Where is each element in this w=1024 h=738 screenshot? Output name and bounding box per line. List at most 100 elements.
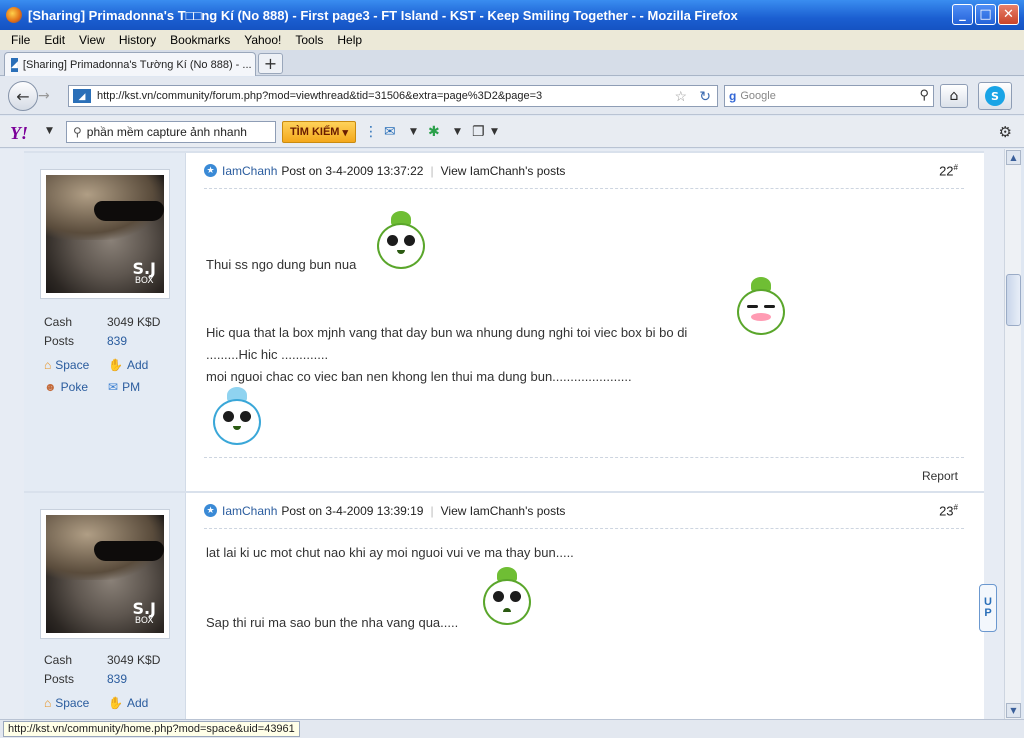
- post-text-line: lat lai ki uc mot chut nao khi ay moi ng…: [206, 545, 574, 560]
- post-text-line: Sap thi rui ma sao bun the nha vang qua.…: [206, 615, 459, 630]
- cash-value: 3049 K$D: [107, 653, 161, 667]
- scroll-down-icon[interactable]: ▼: [1006, 703, 1021, 718]
- page-content: S.J BOX Cash 3049 K$D Posts 839 ⌂ Space ✋ A…: [0, 149, 1004, 719]
- add-friend-link[interactable]: ✋ Add: [108, 696, 148, 710]
- menu-yahoo[interactable]: Yahoo!: [244, 33, 281, 47]
- avatar-logo: S.J BOX: [132, 259, 156, 287]
- forward-button[interactable]: →: [38, 87, 58, 105]
- bookmark-star-icon[interactable]: ☆: [674, 88, 687, 105]
- crying-emoticon-icon: [210, 387, 264, 447]
- chevron-down-icon[interactable]: ▼: [46, 126, 53, 136]
- yahoo-search-input[interactable]: ⚲ phần mềm capture ảnh nhanh: [66, 121, 276, 143]
- pm-link[interactable]: ✉ PM: [108, 380, 140, 394]
- mail-icon[interactable]: ✉: [384, 124, 396, 140]
- user-sidebar: S.J BOX Cash 3049 K$D Posts 839 ⌂ Space ✋ A…: [24, 153, 186, 491]
- toolbar-divider-icon: ⋮: [364, 124, 378, 140]
- home-button[interactable]: ⌂: [940, 84, 968, 108]
- google-icon[interactable]: g: [729, 89, 736, 103]
- post-floor[interactable]: 23#: [939, 503, 958, 518]
- poke-link[interactable]: ☻ Poke: [44, 380, 88, 394]
- yahoo-search-button[interactable]: TÌM KIẾM ▾: [282, 121, 356, 143]
- status-link-url: http://kst.vn/community/home.php?mod=spa…: [3, 721, 300, 737]
- cash-stat: Cash 3049 K$D: [44, 653, 161, 667]
- chevron-down-icon[interactable]: ▼: [410, 127, 417, 137]
- widget-icon[interactable]: ✱: [428, 124, 440, 140]
- poke-icon: ☻: [44, 380, 57, 394]
- view-posts-link[interactable]: View IamChanh's posts: [441, 164, 566, 178]
- post-text-line: moi nguoi chac co viec ban nen khong len…: [206, 369, 632, 384]
- posts-count[interactable]: 839: [107, 672, 127, 686]
- handshake-icon: ✋: [108, 696, 123, 710]
- smiley-emoticon-icon: [374, 211, 428, 271]
- scroll-up-icon[interactable]: ▲: [1006, 150, 1021, 165]
- search-icon[interactable]: ⚲: [919, 87, 929, 103]
- menu-view[interactable]: View: [79, 33, 105, 47]
- menu-bookmarks[interactable]: Bookmarks: [170, 33, 230, 47]
- menu-edit[interactable]: Edit: [44, 33, 65, 47]
- window-titlebar: [Sharing] Primadonna's T□□ng Kí (No 888)…: [0, 0, 1024, 30]
- firefox-icon: [6, 7, 22, 23]
- yahoo-logo[interactable]: Y!: [10, 123, 28, 144]
- sad-emoticon-icon: [480, 567, 534, 627]
- chevron-down-icon[interactable]: ▼: [491, 127, 498, 137]
- window-title: [Sharing] Primadonna's T□□ng Kí (No 888)…: [28, 7, 738, 23]
- home-icon: ⌂: [44, 696, 52, 710]
- url-bar[interactable]: ◢ http://kst.vn/community/forum.php?mod=…: [68, 85, 718, 107]
- avatar-image: S.J BOX: [46, 175, 164, 293]
- posts-stat: Posts 839: [44, 334, 128, 348]
- posts-count[interactable]: 839: [107, 334, 127, 348]
- home-icon: ⌂: [44, 358, 52, 372]
- avatar[interactable]: S.J BOX: [40, 509, 170, 639]
- avatar-image: S.J BOX: [46, 515, 164, 633]
- vertical-scrollbar[interactable]: ▲ ▼: [1004, 149, 1021, 719]
- search-input[interactable]: g Google ⚲: [724, 85, 934, 107]
- tab-active[interactable]: ◢ [Sharing] Primadonna's Tường Kí (No 88…: [4, 52, 256, 76]
- gear-icon[interactable]: ⚙: [999, 123, 1012, 141]
- menu-file[interactable]: File: [11, 33, 30, 47]
- close-button[interactable]: ✕: [998, 4, 1019, 25]
- back-to-top-button[interactable]: UP: [979, 584, 997, 632]
- menu-history[interactable]: History: [119, 33, 156, 47]
- reload-icon[interactable]: ↻: [699, 88, 711, 105]
- site-favicon-icon: ◢: [11, 57, 18, 72]
- space-link[interactable]: ⌂ Space: [44, 358, 89, 372]
- url-text: http://kst.vn/community/forum.php?mod=vi…: [97, 90, 543, 102]
- new-tab-button[interactable]: +: [258, 53, 283, 74]
- search-placeholder: Google: [740, 90, 776, 102]
- post-author[interactable]: IamChanh: [222, 164, 277, 178]
- navigation-bar: ← → ◢ http://kst.vn/community/forum.php?…: [0, 77, 1024, 115]
- back-button[interactable]: ←: [8, 81, 38, 111]
- chevron-down-icon[interactable]: ▼: [454, 127, 461, 137]
- handshake-icon: ✋: [108, 358, 123, 372]
- skype-button[interactable]: S: [978, 82, 1012, 110]
- posts-stat: Posts 839: [44, 672, 128, 686]
- menu-tools[interactable]: Tools: [295, 33, 323, 47]
- shy-emoticon-icon: [734, 277, 788, 337]
- bookmarks-icon[interactable]: ❐: [472, 124, 485, 140]
- post-author[interactable]: IamChanh: [222, 504, 277, 518]
- minimize-button[interactable]: _: [952, 4, 973, 25]
- online-star-icon: ★: [204, 504, 217, 517]
- cash-stat: Cash 3049 K$D: [44, 315, 161, 329]
- post-time: Post on 3-4-2009 13:39:19: [281, 503, 424, 518]
- yahoo-toolbar: Y! ▼ ⚲ phần mềm capture ảnh nhanh TÌM KI…: [0, 116, 1024, 148]
- add-friend-link[interactable]: ✋ Add: [108, 358, 148, 372]
- avatar[interactable]: S.J BOX: [40, 169, 170, 299]
- post-body: ★ IamChanh Post on 3-4-2009 13:39:19 | V…: [204, 493, 964, 630]
- post-header: ★ IamChanh Post on 3-4-2009 13:37:22 | V…: [204, 153, 964, 189]
- online-star-icon: ★: [204, 164, 217, 177]
- post-header: ★ IamChanh Post on 3-4-2009 13:39:19 | V…: [204, 493, 964, 529]
- space-link[interactable]: ⌂ Space: [44, 696, 89, 710]
- window-controls: _ □ ✕: [952, 4, 1019, 25]
- tab-bar: ◢ [Sharing] Primadonna's Tường Kí (No 88…: [0, 50, 1024, 76]
- menu-help[interactable]: Help: [337, 33, 362, 47]
- post-floor[interactable]: 22#: [939, 163, 958, 178]
- view-posts-link[interactable]: View IamChanh's posts: [441, 504, 566, 518]
- user-sidebar: S.J BOX Cash 3049 K$D Posts 839 ⌂ Space ✋ A…: [24, 493, 186, 719]
- report-link[interactable]: Report: [922, 469, 958, 483]
- forum-post: S.J BOX Cash 3049 K$D Posts 839 ⌂ Space ✋ A…: [24, 151, 984, 491]
- maximize-button[interactable]: □: [975, 4, 996, 25]
- post-text-line: .........Hic hic .............: [206, 347, 329, 362]
- scrollbar-thumb[interactable]: [1006, 274, 1021, 326]
- yahoo-search-value: phần mềm capture ảnh nhanh: [86, 125, 247, 139]
